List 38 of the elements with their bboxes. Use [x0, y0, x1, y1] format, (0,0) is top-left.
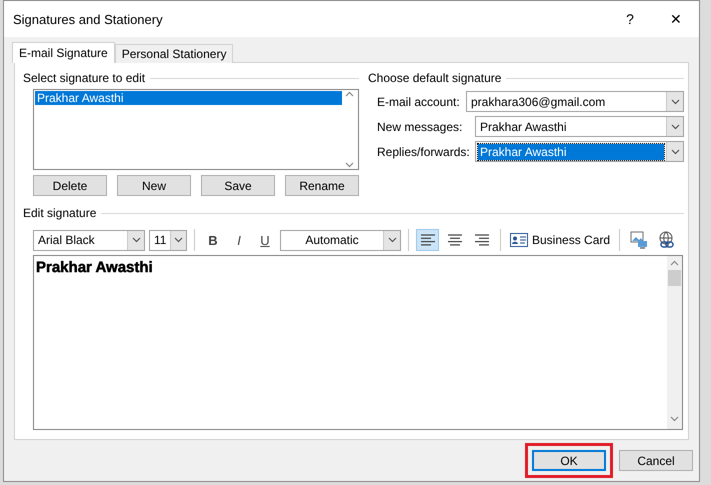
scroll-up-icon[interactable]	[670, 260, 679, 266]
signature-dropdown[interactable]: prakhara306@gmail.com	[466, 91, 684, 112]
ok-button[interactable]: OK	[532, 450, 606, 471]
group-label: Select signature to edit	[23, 71, 146, 85]
field-label: Replies/forwards:	[377, 144, 471, 158]
font-dropdown[interactable]: Arial Black	[33, 230, 145, 250]
color-dropdown[interactable]: Automatic	[280, 230, 401, 250]
signature-action-button[interactable]: Save	[201, 175, 275, 196]
signature-dropdown[interactable]: Prakhar Awasthi	[475, 141, 684, 162]
business-card-button[interactable]: Business Card	[508, 229, 612, 251]
help-button[interactable]: ?	[607, 1, 653, 37]
signature-editor[interactable]: Prakhar Awasthi	[33, 255, 683, 430]
signature-text: Prakhar Awasthi	[36, 259, 153, 276]
underline-button[interactable]: U	[254, 229, 276, 251]
signature-item[interactable]: Prakhar Awasthi	[35, 91, 342, 105]
scroll-up-icon[interactable]	[345, 91, 354, 97]
signature-action-button[interactable]: Delete	[33, 175, 107, 196]
field-label: New messages:	[377, 120, 464, 134]
tab[interactable]: E-mail Signature	[12, 42, 115, 63]
signature-action-button[interactable]: Rename	[285, 175, 359, 196]
window-title: Signatures and Stationery	[13, 12, 164, 26]
signature-list[interactable]: Prakhar Awasthi	[33, 89, 359, 170]
contact-card-icon	[510, 233, 528, 247]
cancel-button[interactable]: Cancel	[619, 450, 693, 471]
scrollbar-thumb[interactable]	[668, 270, 681, 286]
tab[interactable]: Personal Stationery	[114, 44, 234, 63]
close-button[interactable]: ✕	[653, 1, 699, 37]
group-label: Choose default signature	[368, 71, 502, 85]
font-size-dropdown[interactable]: 11	[149, 230, 187, 250]
scroll-down-icon[interactable]	[670, 416, 679, 422]
scroll-down-icon[interactable]	[345, 162, 354, 168]
italic-button[interactable]: I	[228, 229, 250, 251]
align-left-button[interactable]	[416, 229, 439, 251]
group-label: Edit signature	[23, 206, 96, 220]
bold-button[interactable]: B	[202, 229, 224, 251]
signature-action-button[interactable]: New	[117, 175, 191, 196]
field-label: E-mail account:	[377, 94, 461, 108]
signature-dropdown[interactable]: Prakhar Awasthi	[475, 116, 684, 137]
